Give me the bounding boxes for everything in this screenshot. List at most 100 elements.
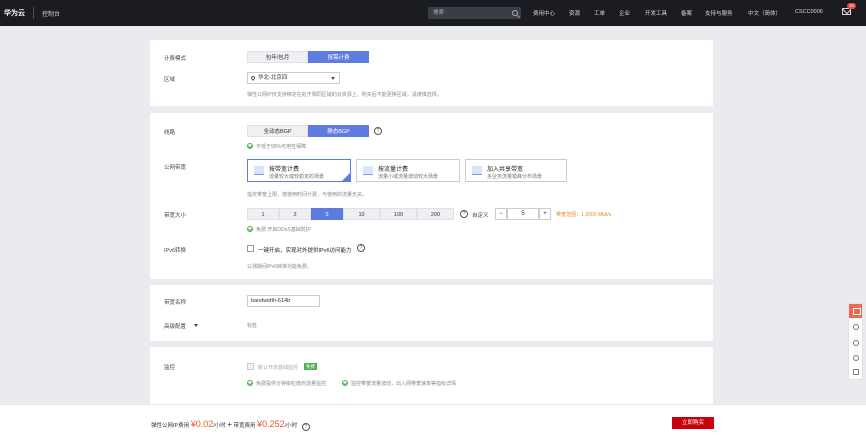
billing-mode-selector: 包年/包月 按需计费 [247, 51, 369, 63]
card-desc: 流量较大或较稳定的场景 [269, 174, 325, 180]
line-option-static-bgp[interactable]: 静态BGP [308, 125, 369, 137]
bandwidth-size-label: 带宽大小 [164, 213, 187, 219]
ddos-note: 免费 开启DDoS基础防护 [256, 227, 311, 233]
bandwidth-price: ¥0.252 [257, 419, 285, 429]
region-value: 华北-北京四 [258, 75, 288, 81]
bandwidth-range: 带宽范围：1-2000 Mbit/s [556, 212, 612, 218]
search-input[interactable] [428, 7, 508, 19]
fee-summary: 弹性公网IP费用 ¥0.02/小时 + 带宽费用 ¥0.252/小时 ? [151, 419, 310, 431]
nav-filing[interactable]: 备案 [681, 9, 692, 17]
mail-badge: 10 [847, 3, 857, 9]
search-icon[interactable] [512, 10, 518, 16]
nav-tickets[interactable]: 工单 [594, 9, 605, 17]
console-link[interactable]: 控制台 [42, 9, 60, 18]
help-icon[interactable]: ? [301, 423, 310, 431]
bandwidth-stepper: − 5 + [495, 208, 551, 220]
bandwidth-option-10[interactable]: 10 [343, 208, 380, 220]
bandwidth-chart-icon [254, 166, 264, 175]
chevron-down-icon[interactable] [194, 324, 198, 327]
line-availability-note: 不低于99%可用性保障 [256, 144, 307, 150]
nav-billing-center[interactable]: 费用中心 [533, 9, 555, 17]
advanced-tag-text: 标签 [247, 323, 258, 329]
cloud-icon[interactable] [853, 340, 859, 346]
per-hour-unit: /小时 [284, 423, 298, 429]
bandwidth-option-2[interactable]: 2 [279, 208, 311, 220]
monitor-checkbox-label: 默认开启基础监控 [258, 365, 299, 371]
card-bandwidth-billing[interactable]: 按带宽计费 流量较大或较稳定的场景 [247, 159, 351, 182]
bandwidth-option-100[interactable]: 100 [380, 208, 417, 220]
plus-sign: + [227, 420, 232, 429]
nav-dev-tools[interactable]: 开发工具 [645, 9, 667, 17]
ip-price: ¥0.02 [190, 419, 214, 429]
nav-enterprise[interactable]: 企业 [619, 9, 630, 17]
region-select[interactable]: 华北-北京四 [247, 72, 340, 84]
global-search[interactable] [428, 7, 521, 19]
monitor-feature-2: 监控带宽流量波动，出入网带宽速率等指标详情 [351, 381, 457, 387]
card-desc: 流量小或流量波动较大场景 [378, 174, 439, 180]
brand-logo[interactable]: 华为云 [4, 8, 25, 18]
card-traffic-billing[interactable]: 按流量计费 流量小或流量波动较大场景 [356, 159, 460, 182]
region-hint: 弹性公网IP仅支持绑定在处于相同区域的云资源上。购买后不能更换区域，请谨慎选择。 [247, 92, 442, 98]
mail-icon[interactable] [842, 8, 851, 15]
bandwidth-size-selector: 1 2 5 10 100 200 [247, 208, 454, 220]
chevron-down-icon [331, 77, 335, 80]
nav-language[interactable]: 中文（简体） [748, 9, 781, 17]
buy-now-button[interactable]: 立即购买 [672, 417, 714, 429]
billing-option-yearly[interactable]: 包年/包月 [247, 51, 308, 63]
feedback-icon[interactable] [849, 304, 862, 318]
location-pin-icon [250, 75, 256, 81]
divider [33, 7, 34, 19]
monitor-feature-1: 免费提供分钟级粒度的流量监控 [256, 381, 327, 387]
ip-fee-label: 弹性公网IP费用 [151, 423, 190, 429]
bandwidth-value[interactable]: 5 [507, 208, 539, 220]
monitor-panel: 监控 默认开启基础监控 免费 免费提供分钟级粒度的流量监控 监控带宽流量波动，出… [150, 347, 713, 404]
line-option-dynamic-bgp[interactable]: 全动态BGP [247, 125, 308, 137]
increment-button[interactable]: + [539, 208, 551, 220]
card-title: 按流量计费 [378, 167, 409, 173]
ipv6-checkbox[interactable] [247, 245, 254, 252]
line-selector: 全动态BGP 静态BGP [247, 125, 369, 137]
custom-size-label: 自定义 [472, 213, 489, 219]
per-hour-unit: /小时 [213, 423, 226, 429]
bandwidth-option-200[interactable]: 200 [417, 208, 454, 220]
bandwidth-name-input[interactable] [247, 295, 320, 307]
back-to-top-icon[interactable] [853, 369, 859, 375]
help-icon[interactable]: ? [357, 244, 365, 252]
advanced-config-label[interactable]: 高级配置 [164, 322, 186, 330]
ipv6-checkbox-label[interactable]: 一键开启，实现对外提供IPv6访问能力 [258, 246, 352, 254]
top-navigation-bar: 华为云 控制台 费用中心 资源 工单 企业 开发工具 备案 支持与服务 中文（简… [0, 0, 866, 26]
billing-mode-label: 计费模式 [164, 56, 187, 62]
help-icon[interactable]: ? [460, 210, 468, 218]
card-title: 加入共享带宽 [487, 167, 524, 173]
billing-option-on-demand[interactable]: 按需计费 [308, 51, 369, 63]
check-circle-icon [247, 380, 253, 386]
bandwidth-name-label: 带宽名称 [164, 300, 187, 306]
decrement-button[interactable]: − [495, 208, 507, 220]
help-icon[interactable]: ? [374, 127, 382, 135]
card-shared-bandwidth[interactable]: 加入共享带宽 多业务流量错峰分布场景 [465, 159, 567, 182]
free-badge: 免费 [304, 363, 317, 370]
nav-resources[interactable]: 资源 [569, 9, 580, 17]
bandwidth-name-panel: 带宽名称 高级配置 标签 [150, 285, 713, 341]
order-footer: 弹性公网IP费用 ¥0.02/小时 + 带宽费用 ¥0.252/小时 ? 立即购… [0, 404, 866, 439]
region-label: 区域 [164, 77, 176, 83]
traffic-chart-icon [363, 166, 373, 175]
billing-region-panel: 计费模式 包年/包月 按需计费 区域 华北-北京四 弹性公网IP仅支持绑定在处于… [150, 40, 713, 106]
public-bandwidth-hint: 指定带宽上限，按使用时间计费，与使用的流量无关。 [247, 192, 368, 198]
check-circle-icon [247, 143, 253, 149]
ipv6-label: IPv6转换 [164, 248, 187, 254]
nav-account[interactable]: CSCC0006 [795, 9, 823, 15]
bandwidth-fee-label: 带宽费用 [233, 423, 256, 429]
bandwidth-option-1[interactable]: 1 [247, 208, 279, 220]
floating-toolbar [848, 303, 863, 380]
public-bandwidth-label: 公网带宽 [164, 165, 187, 171]
customer-service-icon[interactable] [853, 324, 859, 330]
card-title: 按带宽计费 [269, 167, 300, 173]
line-label: 线路 [164, 130, 176, 136]
check-circle-icon [247, 226, 253, 232]
bandwidth-option-5[interactable]: 5 [311, 208, 343, 220]
help-circle-icon[interactable] [853, 355, 859, 361]
selected-corner-icon [342, 173, 350, 181]
monitor-checkbox [247, 363, 254, 370]
nav-support[interactable]: 支持与服务 [705, 9, 733, 17]
